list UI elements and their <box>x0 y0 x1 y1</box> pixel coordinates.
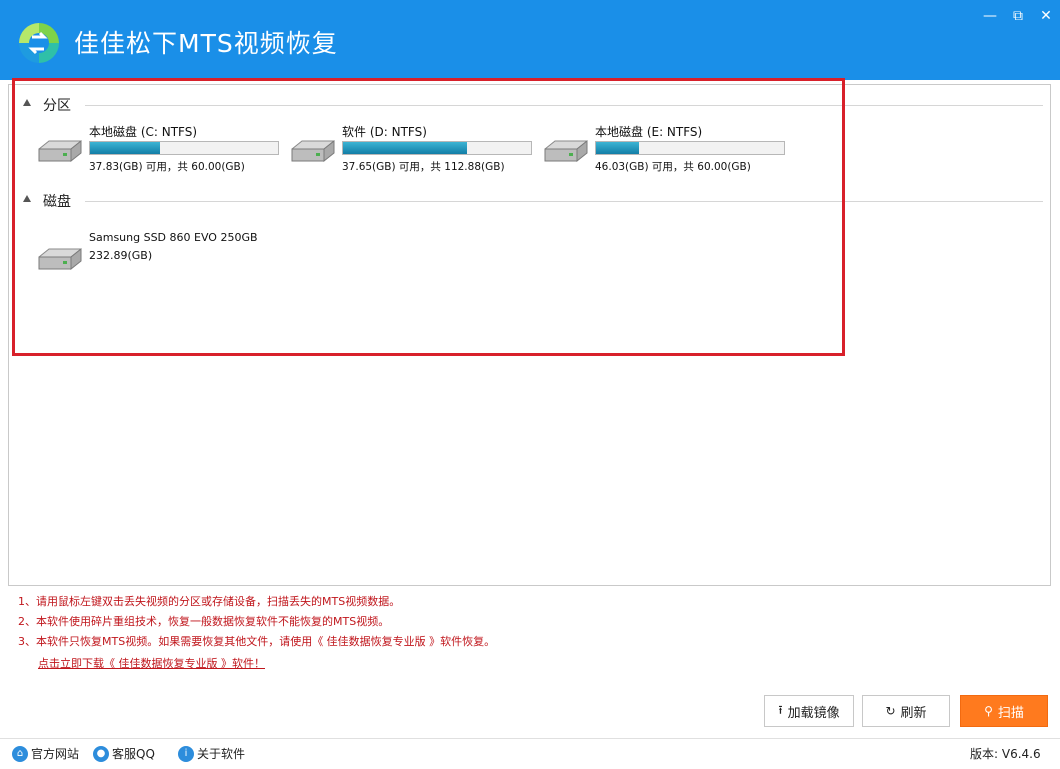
partition-space-info: 46.03(GB) 可用，共 60.00(GB) <box>595 161 751 173</box>
partition-name: 本地磁盘 (E: NTFS) <box>595 125 703 139</box>
scan-button[interactable]: ⚲ 扫描 <box>960 695 1048 727</box>
support-qq-label: 客服QQ <box>112 747 155 761</box>
partition-space-info: 37.65(GB) 可用，共 112.88(GB) <box>342 161 505 173</box>
note-line: 1、请用鼠标左键双击丢失视频的分区或存储设备，扫描丢失的MTS视频数据。 <box>18 595 401 608</box>
drive-list-panel: 分区 本地磁盘 (C: NTFS) 37.83(GB) 可用，共 60.00(G… <box>8 84 1051 586</box>
divider <box>85 105 1043 106</box>
home-icon: ⌂ <box>12 745 28 762</box>
partition-space-info: 37.83(GB) 可用，共 60.00(GB) <box>89 161 245 173</box>
usage-bar-fill <box>596 142 640 154</box>
usage-bar-fill <box>343 142 468 154</box>
divider <box>85 201 1043 202</box>
refresh-label: 刷新 <box>900 705 927 721</box>
minimize-icon[interactable]: — <box>978 6 1002 26</box>
qq-icon: ● <box>93 745 109 762</box>
partitions-label: 分区 <box>43 98 71 114</box>
note-line: 3、本软件只恢复MTS视频。如果需要恢复其他文件，请使用《 佳佳数据恢复专业版 … <box>18 635 496 648</box>
disk-name: Samsung SSD 860 EVO 250GB <box>89 231 258 244</box>
refresh-icon: ↻ <box>885 704 896 718</box>
partition-name: 软件 (D: NTFS) <box>342 125 427 139</box>
scan-label: 扫描 <box>997 705 1024 721</box>
collapse-arrow-icon[interactable] <box>23 195 31 202</box>
refresh-button[interactable]: ↻ 刷新 <box>862 695 950 727</box>
version-label: 版本: V6.4.6 <box>970 747 1041 761</box>
disk-size: 232.89(GB) <box>89 249 153 262</box>
usage-bar <box>595 141 785 155</box>
download-pro-link[interactable]: 点击立即下载《 佳佳数据恢复专业版 》软件！ <box>38 657 265 670</box>
instructions: 1、请用鼠标左键双击丢失视频的分区或存储设备，扫描丢失的MTS视频数据。 2、本… <box>18 592 918 674</box>
info-icon: i <box>178 745 194 762</box>
maximize-icon[interactable]: ⧉ <box>1006 6 1030 26</box>
hard-drive-icon <box>38 247 82 271</box>
hard-drive-icon <box>291 139 335 163</box>
partition-item-d[interactable]: 软件 (D: NTFS) 37.65(GB) 可用，共 112.88(GB) <box>288 123 538 179</box>
support-qq-link[interactable]: ● 客服QQ <box>93 745 155 762</box>
official-site-link[interactable]: ⌂ 官方网站 <box>12 745 79 762</box>
disk-item[interactable]: Samsung SSD 860 EVO 250GB 232.89(GB) <box>35 231 285 287</box>
partitions-section-header[interactable]: 分区 <box>23 95 1043 115</box>
hard-drive-icon <box>544 139 588 163</box>
official-site-label: 官方网站 <box>31 747 80 761</box>
load-image-button[interactable]: ⭱ 加载镜像 <box>764 695 854 727</box>
title-bar: 佳佳松下MTS视频恢复 — ⧉ ✕ <box>0 0 1060 80</box>
search-icon: ⚲ <box>984 704 993 718</box>
usage-bar <box>342 141 532 155</box>
close-icon[interactable]: ✕ <box>1034 6 1058 26</box>
note-line: 2、本软件使用碎片重组技术，恢复一般数据恢复软件不能恢复的MTS视频。 <box>18 615 390 628</box>
about-link[interactable]: i 关于软件 <box>178 745 245 762</box>
load-image-label: 加载镜像 <box>787 705 840 721</box>
app-title: 佳佳松下MTS视频恢复 <box>74 29 338 58</box>
about-label: 关于软件 <box>197 747 246 761</box>
hard-drive-icon <box>38 139 82 163</box>
app-logo-icon <box>19 23 59 63</box>
partition-item-e[interactable]: 本地磁盘 (E: NTFS) 46.03(GB) 可用，共 60.00(GB) <box>541 123 791 179</box>
status-bar: ⌂ 官方网站 ● 客服QQ i 关于软件 版本: V6.4.6 <box>0 738 1060 769</box>
disks-label: 磁盘 <box>43 194 71 210</box>
partition-name: 本地磁盘 (C: NTFS) <box>89 125 198 139</box>
usage-bar <box>89 141 279 155</box>
usage-bar-fill <box>90 142 160 154</box>
upload-icon: ⭱ <box>778 702 783 717</box>
disks-section-header[interactable]: 磁盘 <box>23 191 1043 211</box>
partition-item-c[interactable]: 本地磁盘 (C: NTFS) 37.83(GB) 可用，共 60.00(GB) <box>35 123 285 179</box>
collapse-arrow-icon[interactable] <box>23 99 31 106</box>
